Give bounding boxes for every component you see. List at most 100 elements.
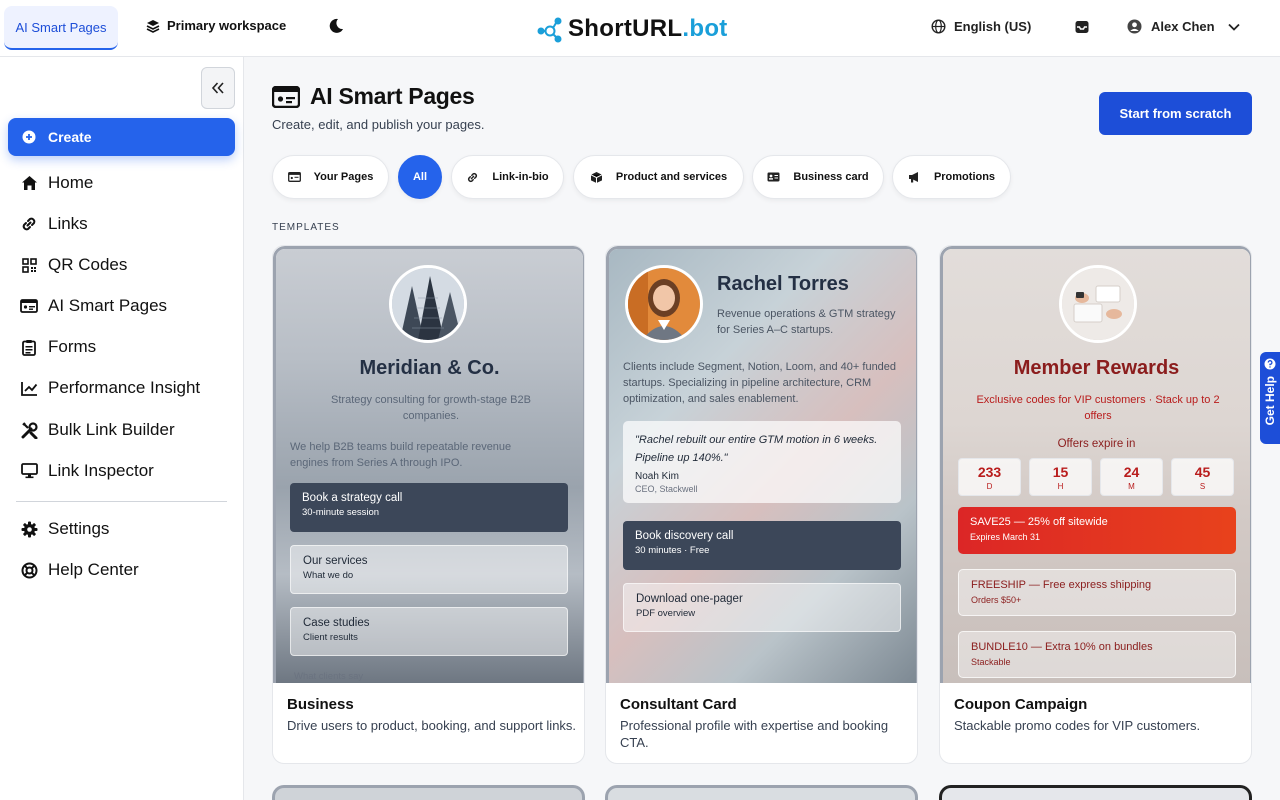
template-card-partial[interactable] — [605, 785, 918, 800]
page-subtitle: Create, edit, and publish your pages. — [272, 117, 485, 132]
filter-all[interactable]: All — [398, 155, 442, 199]
card-description: Professional profile with expertise and … — [620, 718, 889, 750]
testimonial-role: CEO, Stackwell — [635, 484, 698, 494]
filter-label: Business card — [793, 171, 869, 183]
template-card-partial[interactable] — [272, 785, 585, 800]
template-card-coupon[interactable]: Member Rewards Exclusive codes for VIP c… — [939, 245, 1252, 764]
sidebar-item-ai-smart-pages[interactable]: AI Smart Pages — [20, 296, 167, 316]
moon-icon[interactable] — [327, 17, 345, 35]
language-label: English (US) — [954, 19, 1032, 34]
filter-label: All — [412, 171, 428, 183]
countdown-days: 233 D — [958, 458, 1021, 496]
chevron-down-icon — [1227, 23, 1240, 31]
layers-icon — [146, 19, 160, 33]
sidebar-item-label: Forms — [48, 337, 97, 356]
sidebar-item-home[interactable]: Home — [20, 173, 93, 193]
chart-icon — [20, 379, 38, 397]
sidebar-item-label: Link Inspector — [48, 461, 154, 480]
main-content: AI Smart Pages Create, edit, and publish… — [244, 57, 1280, 800]
card-title: Coupon Campaign — [954, 696, 1088, 713]
collapse-sidebar-button[interactable] — [201, 67, 235, 109]
filter-business-card[interactable]: Business card — [752, 155, 884, 199]
double-chevron-left-icon — [211, 82, 225, 94]
tab-ai-smart-pages[interactable]: AI Smart Pages — [4, 6, 118, 50]
template-preview: Rachel Torres Revenue operations & GTM s… — [606, 246, 917, 683]
sidebar-item-links[interactable]: Links — [20, 214, 88, 234]
template-card-business[interactable]: Meridian & Co. Strategy consulting for g… — [272, 245, 585, 764]
sidebar-item-qr-codes[interactable]: QR Codes — [20, 255, 127, 275]
filter-label: Link-in-bio — [492, 171, 549, 183]
sidebar-item-settings[interactable]: Settings — [20, 519, 109, 539]
countdown-hours: 15 H — [1029, 458, 1092, 496]
qr-code-icon — [20, 256, 38, 274]
template-preview: Member Rewards Exclusive codes for VIP c… — [940, 246, 1251, 683]
preview-cta-block: Book discovery call 30 minutes · Free — [623, 521, 901, 570]
monitor-icon — [20, 462, 38, 480]
sidebar-item-bulk-link-builder[interactable]: Bulk Link Builder — [20, 420, 175, 440]
id-card-icon — [20, 297, 38, 315]
preview-testimonial: "Rachel rebuilt our entire GTM motion in… — [623, 421, 901, 503]
sidebar-item-label: Settings — [48, 519, 110, 538]
sidebar-item-label: Home — [48, 173, 94, 192]
filter-label: Product and services — [615, 171, 728, 183]
card-description: Stackable promo codes for VIP customers. — [954, 718, 1201, 733]
id-card-icon — [272, 85, 300, 108]
preview-tagline: Revenue operations & GTM strategy for Se… — [717, 308, 896, 336]
tools-icon — [20, 421, 38, 439]
filter-product-and-services[interactable]: Product and services — [573, 155, 744, 199]
coupon-featured: SAVE25 — 25% off sitewide Expires March 3… — [958, 507, 1236, 554]
testimonial-quote: "Rachel rebuilt our entire GTM motion in… — [635, 434, 878, 464]
sidebar-item-label: QR Codes — [48, 255, 128, 274]
id-card-icon — [287, 172, 301, 182]
plus-circle-icon — [22, 130, 36, 144]
preview-tagline: Exclusive codes for VIP customers · Stac… — [976, 394, 1220, 422]
filter-promotions[interactable]: Promotions — [892, 155, 1011, 199]
question-circle-icon — [1264, 358, 1276, 370]
sidebar-item-label: Help Center — [48, 560, 139, 579]
templates-section-label: TEMPLATES — [272, 222, 340, 233]
template-card-consultant[interactable]: Rachel Torres Revenue operations & GTM s… — [605, 245, 918, 764]
gear-icon — [20, 520, 38, 538]
preview-footer: What clients say — [294, 671, 364, 682]
logo[interactable]: ShortURL.bot — [536, 15, 728, 43]
sidebar-item-label: Links — [48, 214, 88, 233]
sidebar-item-help-center[interactable]: Help Center — [20, 560, 139, 580]
home-icon — [20, 174, 38, 192]
create-button[interactable]: Create — [8, 118, 235, 156]
filter-your-pages[interactable]: Your Pages — [272, 155, 389, 199]
sidebar-item-performance-insight[interactable]: Performance Insight — [20, 378, 200, 398]
template-card-partial[interactable] — [939, 785, 1252, 800]
inbox-icon[interactable] — [1074, 19, 1090, 35]
sidebar-item-label: Performance Insight — [48, 378, 201, 397]
preview-name: Member Rewards — [1013, 357, 1180, 379]
preview-name: Rachel Torres — [717, 273, 849, 295]
card-description: Drive users to product, booking, and sup… — [287, 718, 577, 733]
user-avatar-icon — [1127, 19, 1142, 34]
filter-label: Promotions — [933, 171, 996, 183]
sidebar-item-link-inspector[interactable]: Link Inspector — [20, 461, 154, 481]
preview-about: Clients include Segment, Notion, Loom, a… — [623, 361, 897, 405]
language-selector[interactable]: English (US) — [931, 19, 1031, 34]
contact-card-icon — [767, 172, 780, 182]
coupon-item: BUNDLE10 — Extra 10% on bundles Stackable — [958, 631, 1236, 678]
preview-link-block: Download one-pager PDF overview — [623, 583, 901, 632]
countdown-minutes: 24 M — [1100, 458, 1163, 496]
card-title: Business — [287, 696, 354, 713]
user-menu[interactable]: Alex Chen — [1127, 19, 1240, 34]
workspace-switcher[interactable]: Primary workspace — [146, 18, 286, 33]
get-help-tab[interactable]: Get Help — [1260, 352, 1280, 444]
globe-icon — [931, 19, 946, 34]
card-title: Consultant Card — [620, 696, 737, 713]
sidebar-item-forms[interactable]: Forms — [20, 337, 96, 357]
workspace-label: Primary workspace — [167, 18, 287, 33]
shopping-photo — [1059, 265, 1137, 343]
box-icon — [590, 171, 603, 184]
preview-link-block: Case studies Client results — [290, 607, 568, 656]
filter-link-in-bio[interactable]: Link-in-bio — [451, 155, 564, 199]
lifebuoy-icon — [20, 561, 38, 579]
preview-name: Meridian & Co. — [359, 357, 500, 379]
preview-tagline: Strategy consulting for growth-stage B2B… — [331, 394, 531, 422]
user-name: Alex Chen — [1151, 19, 1215, 34]
page-title-text: AI Smart Pages — [310, 83, 475, 109]
start-from-scratch-button[interactable]: Start from scratch — [1099, 92, 1252, 135]
